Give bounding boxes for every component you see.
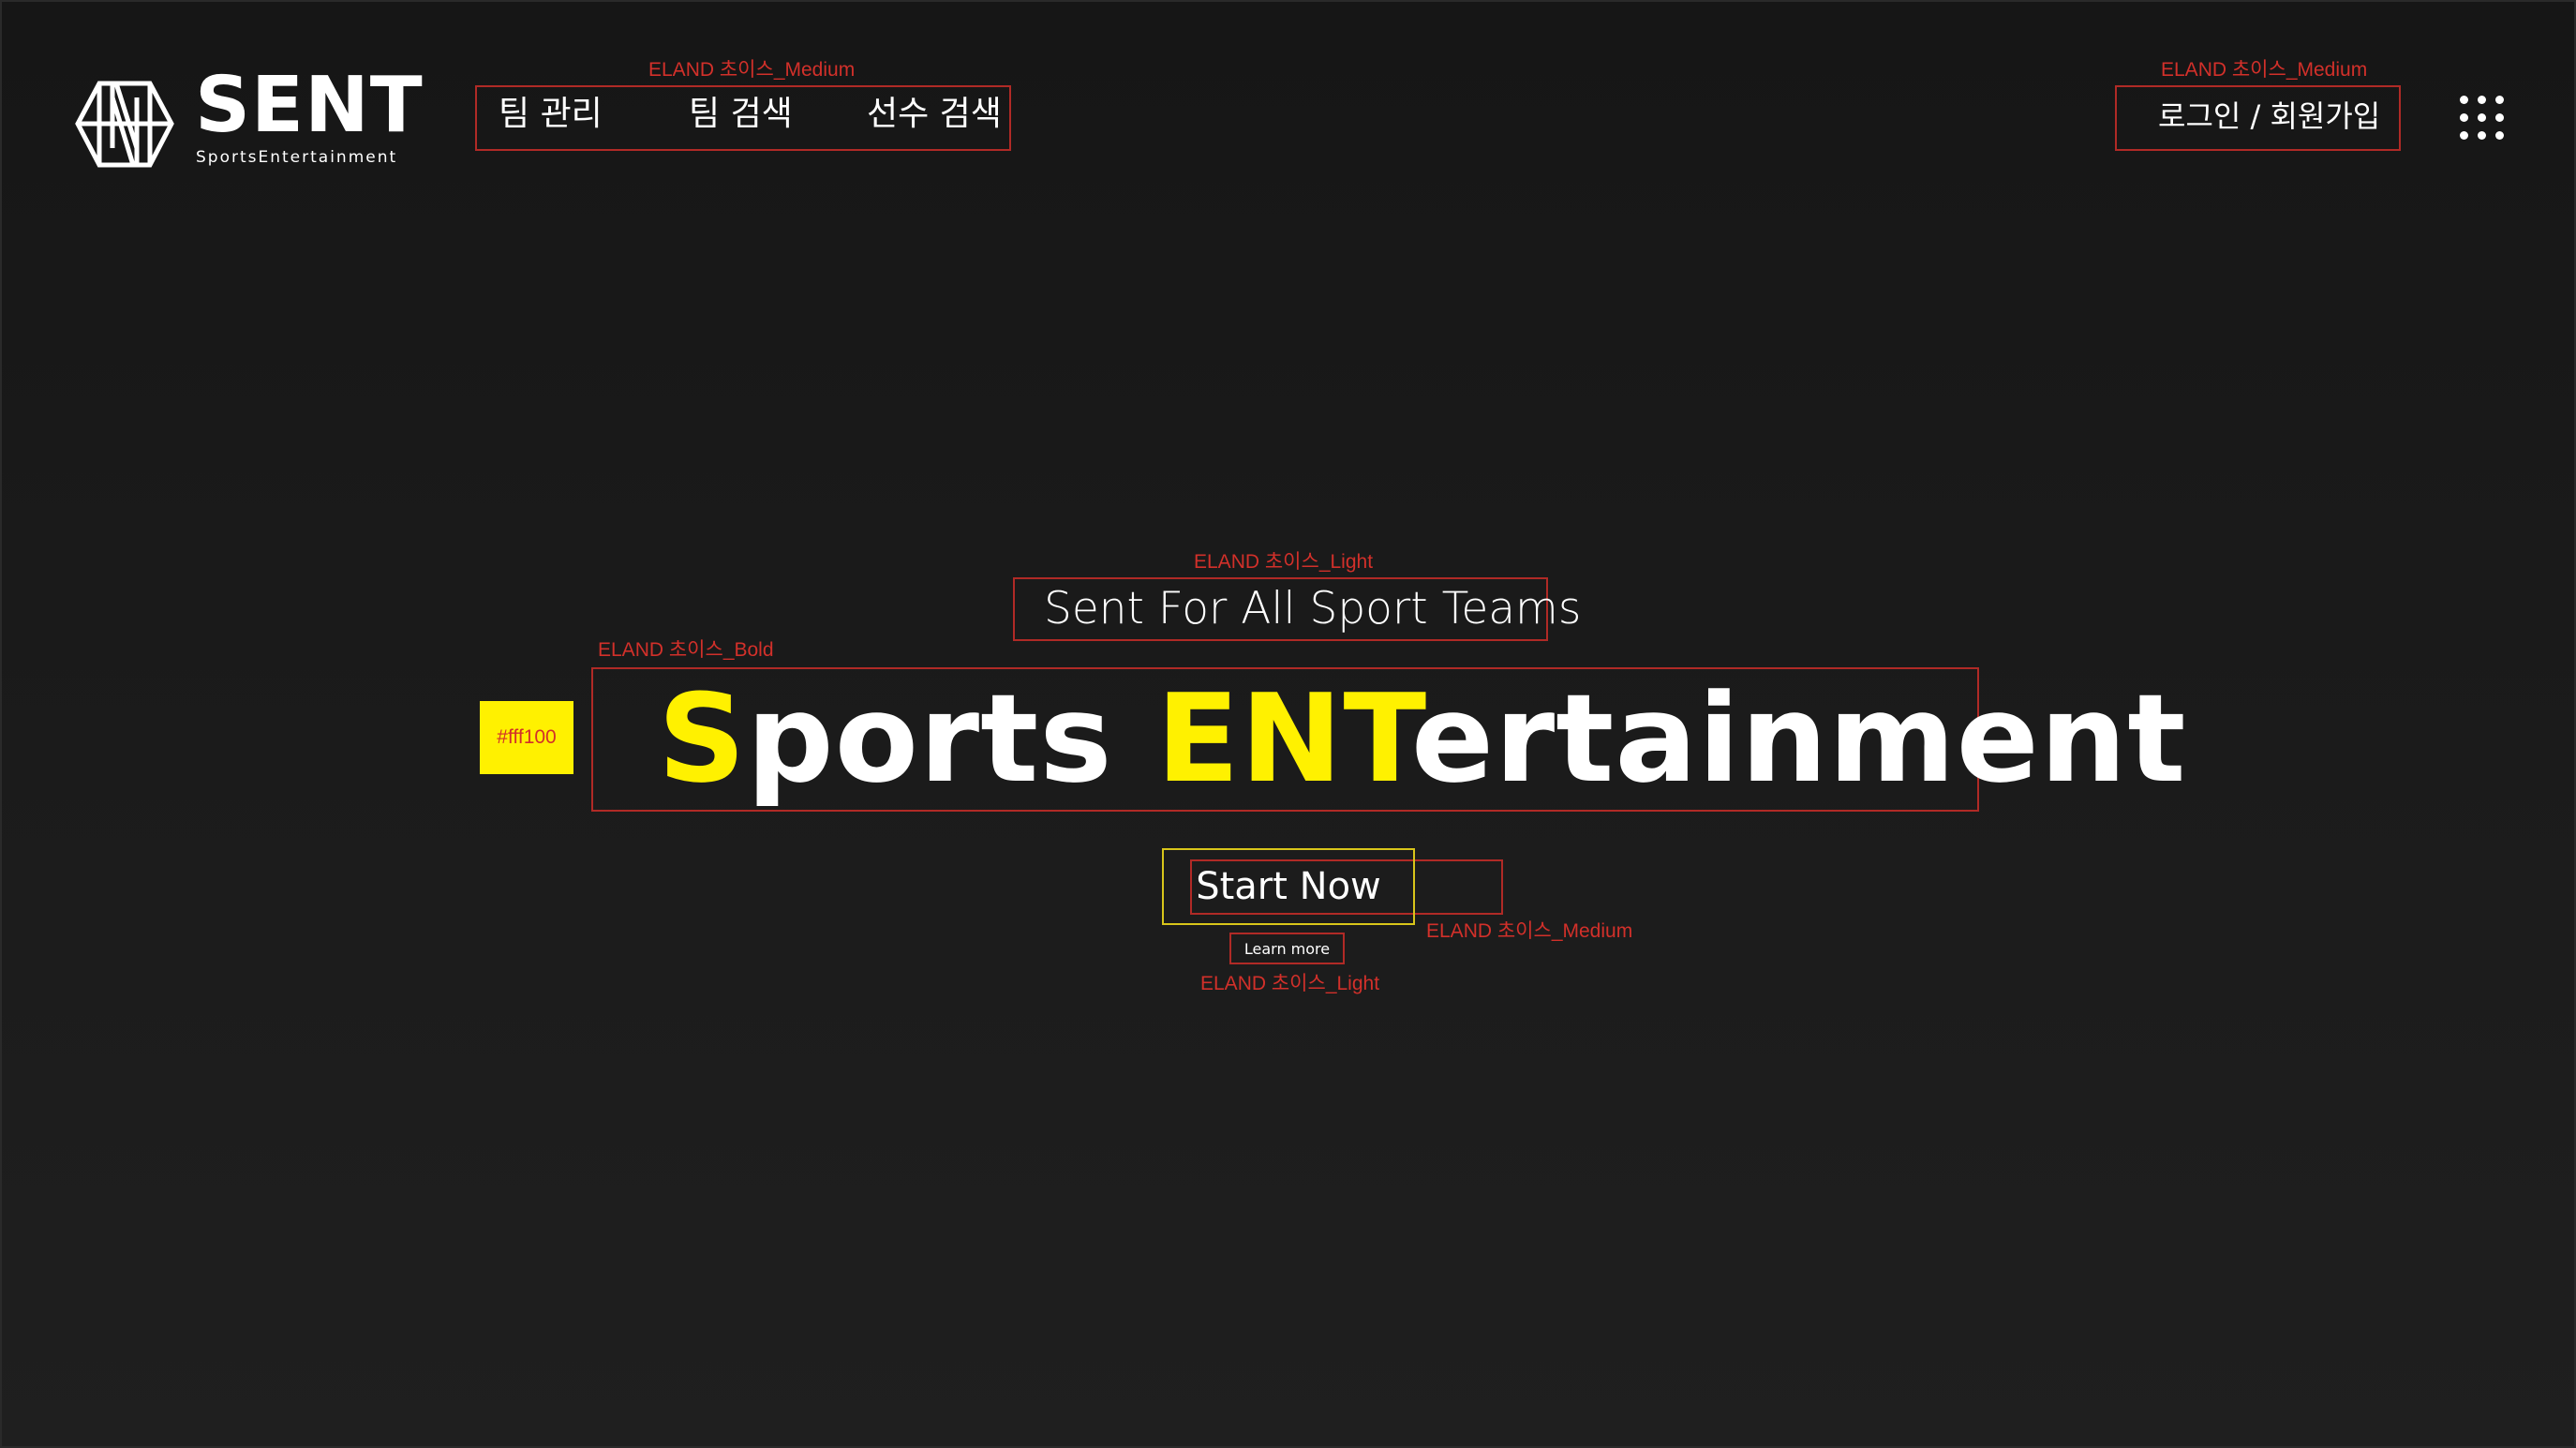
hero-subtitle: Sent For All Sport Teams [1044, 583, 1582, 634]
hero-title-ports: ports [746, 667, 1156, 810]
hero-title-ent: ENT [1155, 667, 1411, 810]
login-font-annotation: ELAND 초이스_Medium [2161, 59, 2368, 81]
accent-color-swatch: #fff100 [480, 701, 573, 774]
brand-tagline: SportsEntertainment [196, 148, 398, 167]
button-font-annotation: ELAND 초이스_Medium [1426, 920, 1633, 942]
learn-more-button[interactable]: Learn more [1229, 933, 1345, 964]
brand-name: SENT [195, 61, 424, 150]
hero-title-ertainment: ertainment [1410, 667, 2187, 810]
nav-item-team-search[interactable]: 팀 검색 [689, 97, 793, 131]
learn-font-annotation: ELAND 초이스_Light [1200, 973, 1380, 994]
login-signup-link[interactable]: 로그인 / 회원가입 [2158, 101, 2380, 131]
hero-title: Sports ENTertainment [658, 665, 2187, 812]
swatch-label: #fff100 [497, 726, 557, 748]
title-font-annotation: ELAND 초이스_Bold [598, 639, 774, 661]
logo-icon[interactable] [75, 81, 174, 168]
nav-font-annotation: ELAND 초이스_Medium [648, 59, 856, 81]
nav-item-player-search[interactable]: 선수 검색 [867, 97, 1002, 131]
start-now-button[interactable]: Start Now [1162, 848, 1415, 925]
grid-menu-icon[interactable] [2458, 94, 2507, 142]
nav-item-team-manage[interactable]: 팀 관리 [499, 97, 603, 131]
hero-title-s: S [658, 667, 747, 810]
subtitle-font-annotation: ELAND 초이스_Light [1194, 551, 1374, 573]
